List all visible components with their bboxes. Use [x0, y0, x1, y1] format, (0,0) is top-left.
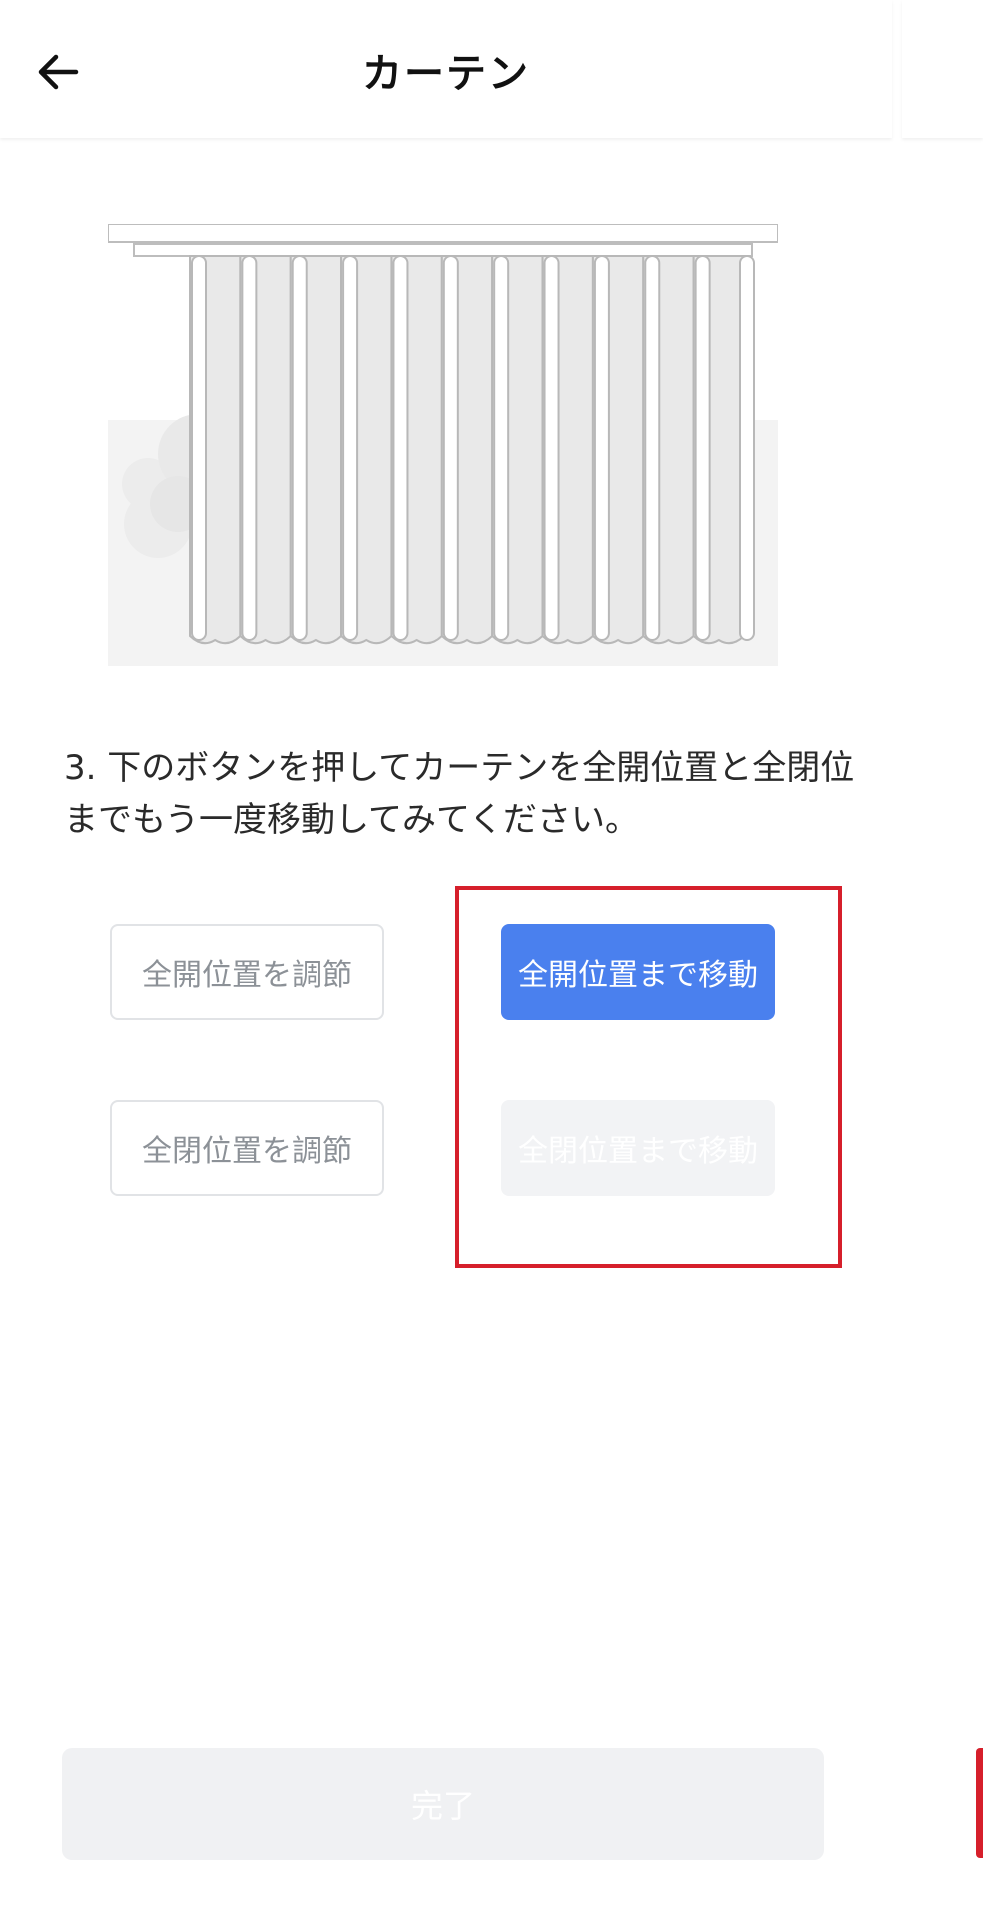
curtain-image	[107, 223, 779, 666]
header-edge	[902, 0, 983, 138]
adjust-close-position-button[interactable]: 全閉位置を調節	[110, 1100, 384, 1196]
app-header: カーテン	[0, 0, 892, 138]
instruction-text: 3. 下のボタンを押してカーテンを全開位置と全閉位 までもう一度移動してみてくだ…	[64, 742, 894, 846]
instruction-line-1: 3. 下のボタンを押してカーテンを全開位置と全閉位	[64, 748, 855, 788]
page-title: カーテン	[362, 51, 530, 97]
highlight-box	[455, 886, 842, 1268]
adjust-open-position-button[interactable]: 全開位置を調節	[110, 924, 384, 1020]
instruction-line-2: までもう一度移動してみてください。	[64, 800, 639, 840]
done-button[interactable]: 完了	[62, 1748, 824, 1860]
edge-marker	[976, 1748, 983, 1858]
curtain-illustration	[107, 223, 779, 666]
